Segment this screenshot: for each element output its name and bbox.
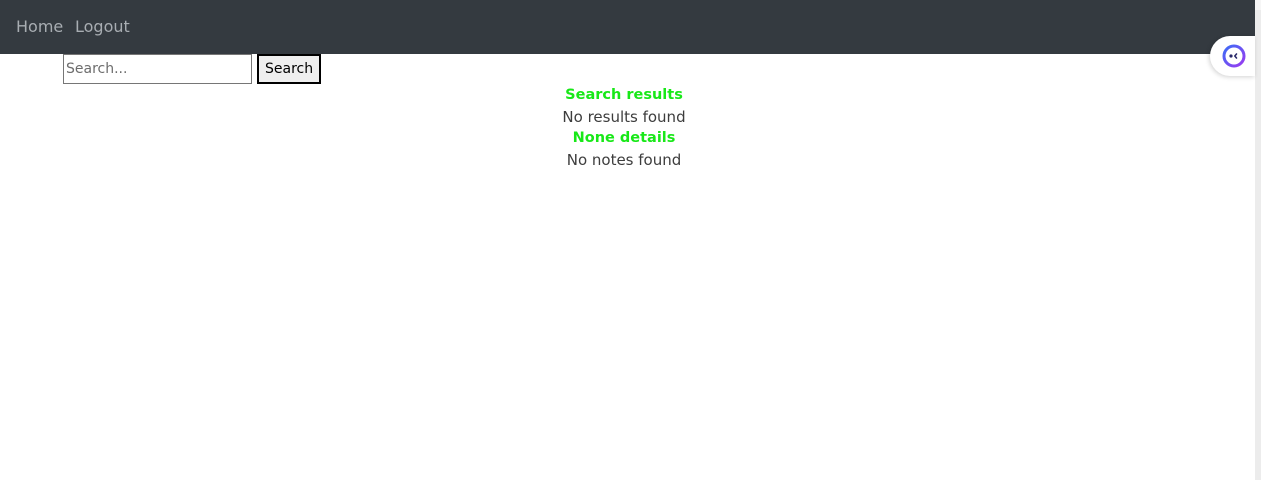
assistant-face-icon	[1222, 44, 1246, 68]
navbar: Home Logout	[0, 0, 1255, 54]
no-notes-message: No notes found	[566, 151, 682, 169]
nav-logout-link[interactable]: Logout	[75, 17, 130, 37]
results-section: Search results No results found None det…	[0, 85, 1248, 171]
nav-home-link[interactable]: Home	[16, 17, 63, 37]
search-results-heading: Search results	[565, 87, 683, 103]
search-button[interactable]: Search	[257, 54, 322, 84]
search-input[interactable]	[63, 54, 252, 84]
assistant-widget-button[interactable]	[1210, 36, 1255, 76]
scrollbar-up-arrow[interactable]	[1255, 0, 1261, 10]
page: Home Logout Search Search results No res…	[0, 0, 1261, 480]
details-heading: None details	[572, 130, 676, 146]
no-results-message: No results found	[562, 108, 686, 126]
search-form: Search	[63, 54, 322, 84]
vertical-scrollbar[interactable]	[1255, 0, 1261, 480]
